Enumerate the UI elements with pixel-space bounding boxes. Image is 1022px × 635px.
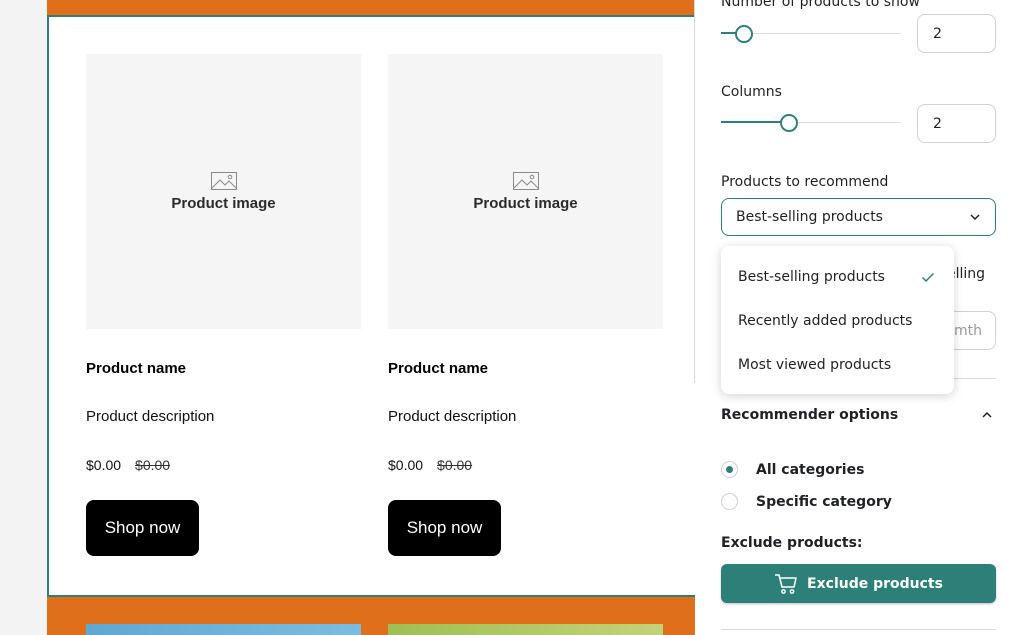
columns-slider[interactable]: [721, 113, 901, 133]
products-count-label: Number of products to show: [721, 0, 920, 10]
email-preview-canvas: Product image Product name Product descr…: [47, 0, 695, 635]
exclude-products-label: Exclude products:: [721, 535, 863, 551]
image-placeholder-icon: [210, 171, 237, 190]
dropdown-option-label: Recently added products: [738, 313, 913, 329]
next-block-image[interactable]: [388, 624, 663, 635]
columns-input[interactable]: [917, 104, 996, 143]
product-image-placeholder: Product image: [388, 54, 663, 329]
radio-label: Specific category: [756, 493, 892, 510]
slider-thumb[interactable]: [780, 114, 799, 132]
dropdown-option-recently-added[interactable]: Recently added products: [721, 299, 954, 343]
product-price: $0.00: [388, 457, 424, 473]
dropdown-option-label: Most viewed products: [738, 357, 892, 373]
exclude-products-button[interactable]: Exclude products: [721, 564, 996, 603]
product-recommendation-block[interactable]: Product image Product name Product descr…: [47, 15, 695, 597]
columns-label: Columns: [721, 84, 782, 100]
products-to-recommend-select[interactable]: Best-selling products: [721, 198, 996, 236]
next-block-image[interactable]: [86, 624, 361, 635]
radio-button[interactable]: [721, 461, 738, 478]
hidden-setting-field-fragment: mth: [954, 322, 982, 339]
slider-thumb[interactable]: [735, 25, 754, 43]
check-icon: [921, 272, 935, 282]
recommender-options-title: Recommender options: [721, 407, 899, 423]
products-to-recommend-label: Products to recommend: [721, 174, 889, 190]
exclude-products-button-label: Exclude products: [807, 575, 943, 592]
products-count-slider[interactable]: [721, 24, 901, 44]
product-name: Product name: [86, 360, 187, 377]
product-image-label: Product image: [473, 194, 578, 212]
dropdown-option-most-viewed[interactable]: Most viewed products: [721, 343, 954, 387]
product-price: $0.00: [86, 457, 122, 473]
dropdown-option-best-selling[interactable]: Best-selling products: [721, 255, 954, 299]
shop-now-button[interactable]: Shop now: [388, 500, 501, 556]
price-row: $0.00 $0.00: [388, 457, 663, 473]
recommend-dropdown-menu: Best-selling products Recently added pro…: [721, 246, 954, 394]
radio-selected-dot: [726, 466, 733, 473]
product-description: Product description: [388, 408, 517, 425]
radio-label: All categories: [756, 461, 865, 478]
recommender-options-header[interactable]: Recommender options: [721, 407, 996, 423]
chevron-down-icon: [970, 214, 980, 221]
product-image-placeholder: Product image: [86, 54, 361, 329]
shop-now-button[interactable]: Shop now: [86, 500, 199, 556]
product-old-price: $0.00: [135, 457, 171, 473]
select-value: Best-selling products: [736, 209, 883, 225]
dropdown-option-label: Best-selling products: [738, 269, 885, 285]
radio-button[interactable]: [721, 493, 738, 510]
price-row: $0.00 $0.00: [86, 457, 361, 473]
section-divider: [721, 629, 996, 630]
product-card[interactable]: Product image Product name Product descr…: [388, 54, 663, 556]
cart-icon: [775, 573, 797, 594]
radio-specific-category[interactable]: Specific category: [721, 493, 892, 510]
product-card[interactable]: Product image Product name Product descr…: [86, 54, 361, 556]
products-count-input[interactable]: [917, 14, 996, 53]
radio-all-categories[interactable]: All categories: [721, 461, 864, 478]
slider-fill: [721, 121, 790, 123]
product-old-price: $0.00: [437, 457, 473, 473]
product-name: Product name: [388, 360, 489, 377]
chevron-up-icon[interactable]: [981, 411, 993, 419]
image-placeholder-icon: [512, 171, 539, 190]
product-description: Product description: [86, 408, 215, 425]
product-image-label: Product image: [171, 194, 276, 212]
